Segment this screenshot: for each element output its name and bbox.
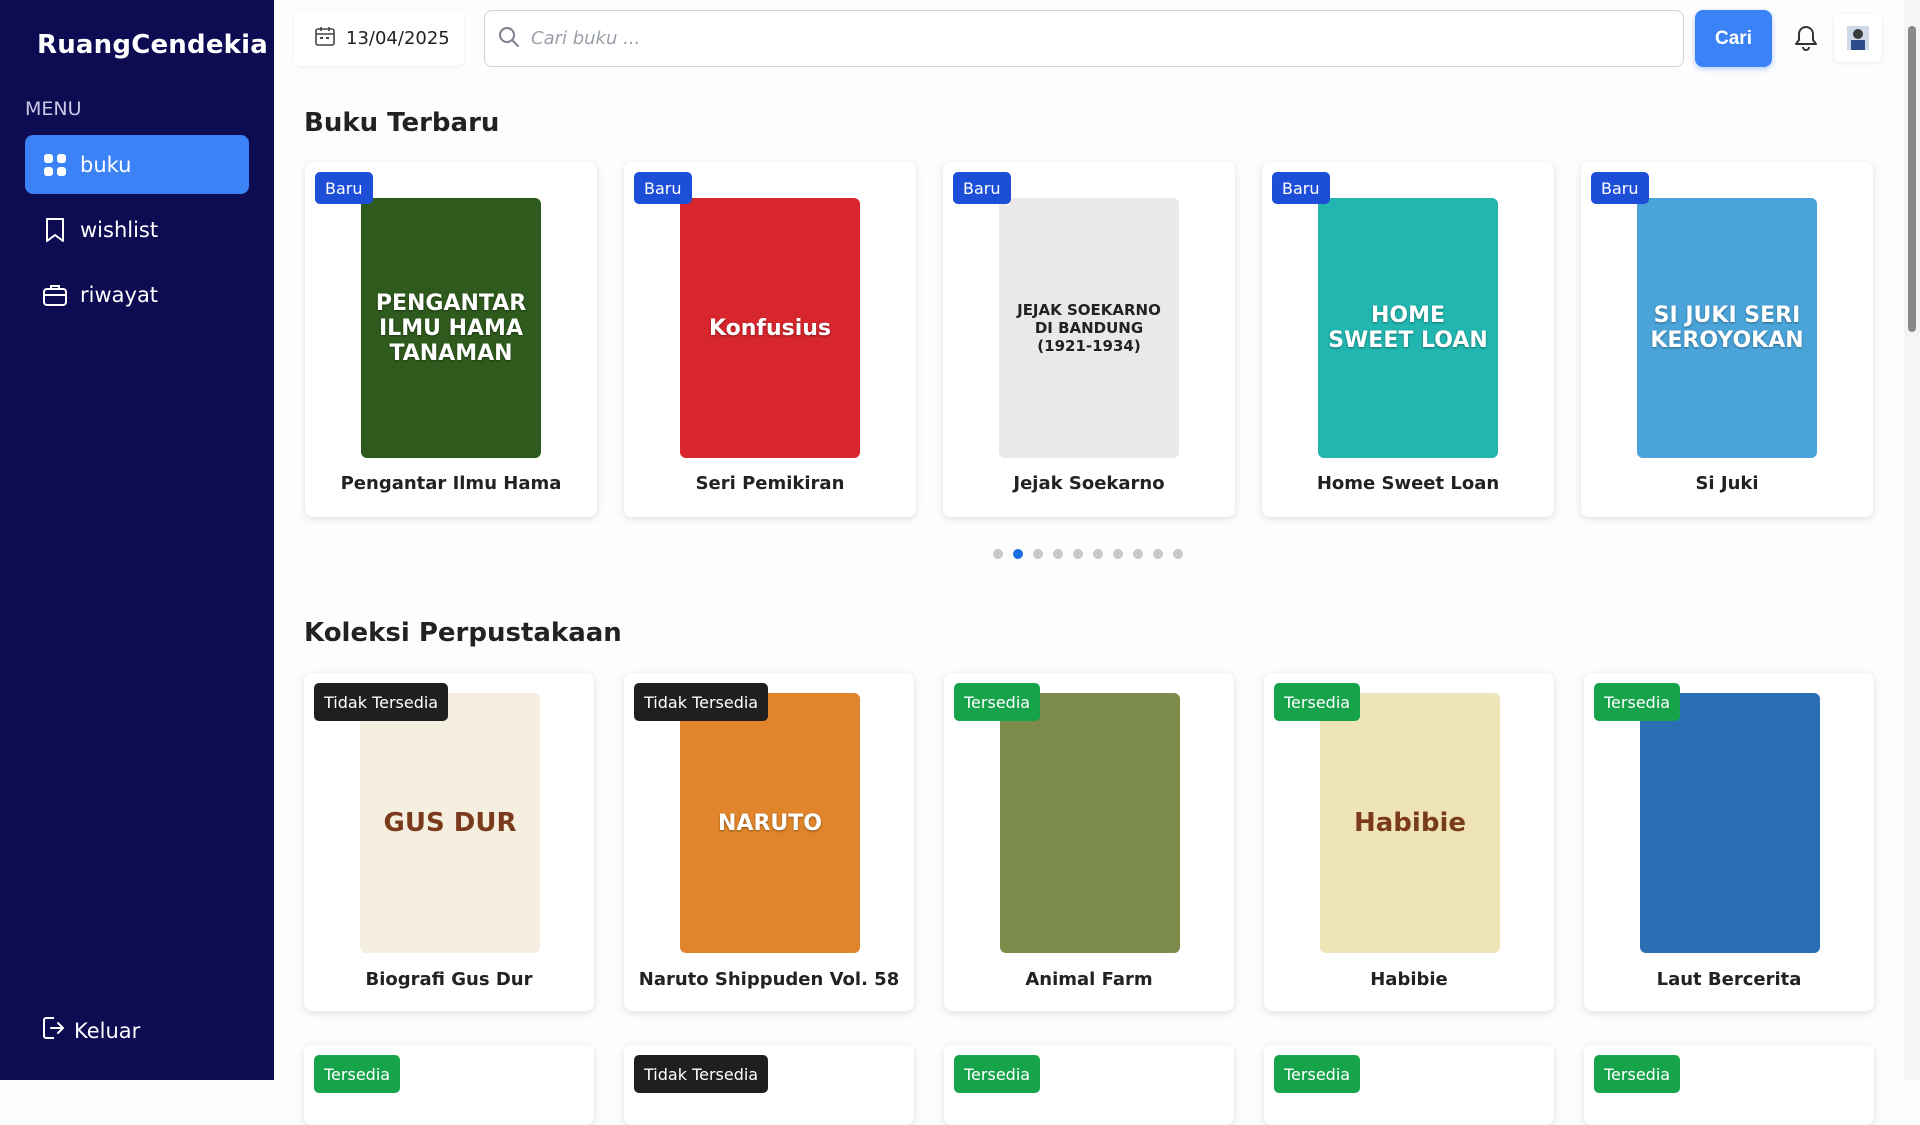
collection-card[interactable]: Tersedia xyxy=(944,1045,1234,1125)
book-cover[interactable]: Konfusius xyxy=(680,198,860,458)
book-title[interactable]: Home Sweet Loan xyxy=(1262,473,1554,494)
carousel-dot[interactable] xyxy=(1173,549,1183,559)
carousel-dot[interactable] xyxy=(993,549,1003,559)
collection-card[interactable]: NARUTO Tidak Tersedia Naruto Shippuden Vol… xyxy=(624,673,914,1011)
available-badge: Tersedia xyxy=(1274,683,1361,721)
available-badge: Tersedia xyxy=(954,683,1041,721)
collection-card[interactable]: Tersedia Laut Bercerita xyxy=(1584,673,1874,1011)
bookmark-icon xyxy=(42,217,68,243)
carousel-dot[interactable] xyxy=(1133,549,1143,559)
book-cover[interactable]: JEJAK SOEKARNO DI BANDUNG (1921-1934) xyxy=(999,198,1179,458)
topbar: 13/04/2025 Cari xyxy=(274,0,1894,76)
book-title[interactable]: Naruto Shippuden Vol. 58 xyxy=(624,969,914,990)
search-input[interactable] xyxy=(531,28,1631,49)
book-cover[interactable]: GUS DUR xyxy=(360,693,540,953)
available-badge: Tersedia xyxy=(954,1055,1041,1093)
new-badge: Baru xyxy=(1272,172,1330,204)
carousel-dot[interactable] xyxy=(1093,549,1103,559)
book-title[interactable]: Animal Farm xyxy=(944,969,1234,990)
scrollbar[interactable] xyxy=(1904,0,1920,1080)
carousel-dot[interactable] xyxy=(1053,549,1063,559)
carousel-dot[interactable] xyxy=(1013,549,1023,559)
book-title[interactable]: Jejak Soekarno xyxy=(943,473,1235,494)
book-cover[interactable]: Habibie xyxy=(1320,693,1500,953)
book-card[interactable]: PENGANTAR ILMU HAMA TANAMAN Baru Pengantar… xyxy=(305,162,597,517)
collection-card[interactable]: Tersedia xyxy=(1584,1045,1874,1125)
sidebar-item-riwayat[interactable]: riwayat xyxy=(25,265,249,324)
sidebar-item-buku[interactable]: buku xyxy=(25,135,249,194)
cover-text: SI JUKI SERI KEROYOKAN xyxy=(1650,303,1804,353)
book-title[interactable]: Biografi Gus Dur xyxy=(304,969,594,990)
book-title[interactable]: Pengantar Ilmu Hama xyxy=(305,473,597,494)
unavailable-badge: Tidak Tersedia xyxy=(634,1055,769,1093)
book-card[interactable]: JEJAK SOEKARNO DI BANDUNG (1921-1934) Bar… xyxy=(943,162,1235,517)
date-display[interactable]: 13/04/2025 xyxy=(294,10,464,66)
collection-card[interactable]: Tidak Tersedia xyxy=(624,1045,914,1125)
calendar-icon xyxy=(314,25,336,52)
unavailable-badge: Tidak Tersedia xyxy=(634,683,769,721)
search-icon xyxy=(497,25,521,53)
logout-button[interactable]: Keluar xyxy=(42,1016,140,1045)
scrollbar-thumb[interactable] xyxy=(1908,26,1916,332)
cover-text: Konfusius xyxy=(708,315,832,341)
book-cover[interactable] xyxy=(1640,693,1820,953)
cover-text: JEJAK SOEKARNO DI BANDUNG (1921-1934) xyxy=(1017,301,1161,355)
sidebar-item-label: wishlist xyxy=(80,217,159,242)
briefcase-icon xyxy=(42,282,68,308)
date-text: 13/04/2025 xyxy=(346,27,450,49)
logout-label: Keluar xyxy=(74,1018,141,1043)
carousel-dot[interactable] xyxy=(1073,549,1083,559)
bell-icon[interactable] xyxy=(1793,24,1819,56)
collection-card[interactable]: GUS DUR Tidak Tersedia Biografi Gus Dur xyxy=(304,673,594,1011)
book-card[interactable]: Konfusius Baru Seri Pemikiran xyxy=(624,162,916,517)
cover-text: Habibie xyxy=(1354,808,1466,838)
available-badge: Tersedia xyxy=(1594,683,1681,721)
carousel-dot[interactable] xyxy=(1153,549,1163,559)
available-badge: Tersedia xyxy=(314,1055,401,1093)
sidebar-item-wishlist[interactable]: wishlist xyxy=(25,200,249,259)
cover-text: HOME SWEET LOAN xyxy=(1328,303,1488,353)
book-title[interactable]: Laut Bercerita xyxy=(1584,969,1874,990)
avatar[interactable] xyxy=(1834,14,1882,62)
book-title[interactable]: Habibie xyxy=(1264,969,1554,990)
cover-text: NARUTO xyxy=(718,810,822,836)
book-cover[interactable] xyxy=(1000,693,1180,953)
collection-card[interactable]: Tersedia Animal Farm xyxy=(944,673,1234,1011)
new-badge: Baru xyxy=(1591,172,1649,204)
book-cover[interactable]: PENGANTAR ILMU HAMA TANAMAN xyxy=(361,198,541,458)
search-button[interactable]: Cari xyxy=(1695,10,1772,67)
menu-label: MENU xyxy=(25,98,82,120)
book-title[interactable]: Si Juki xyxy=(1581,473,1873,494)
logout-icon xyxy=(42,1016,64,1045)
sidebar: RuangCendekia MENU buku wishlist riwayat… xyxy=(0,0,274,1080)
cover-text: PENGANTAR ILMU HAMA TANAMAN xyxy=(375,290,527,366)
book-card[interactable]: SI JUKI SERI KEROYOKAN Baru Si Juki xyxy=(1581,162,1873,517)
sidebar-item-label: buku xyxy=(80,152,132,177)
new-badge: Baru xyxy=(315,172,373,204)
sidebar-item-label: riwayat xyxy=(80,282,159,307)
book-cover[interactable]: SI JUKI SERI KEROYOKAN xyxy=(1637,198,1817,458)
book-card[interactable]: HOME SWEET LOAN Baru Home Sweet Loan xyxy=(1262,162,1554,517)
new-badge: Baru xyxy=(634,172,692,204)
carousel-dot[interactable] xyxy=(1033,549,1043,559)
carousel-dot[interactable] xyxy=(1113,549,1123,559)
available-badge: Tersedia xyxy=(1594,1055,1681,1093)
search-box[interactable] xyxy=(484,10,1684,67)
book-title[interactable]: Seri Pemikiran xyxy=(624,473,916,494)
unavailable-badge: Tidak Tersedia xyxy=(314,683,449,721)
section-title-new-books: Buku Terbaru xyxy=(304,108,500,138)
book-cover[interactable]: HOME SWEET LOAN xyxy=(1318,198,1498,458)
new-badge: Baru xyxy=(953,172,1011,204)
collection-card[interactable]: Tersedia xyxy=(1264,1045,1554,1125)
brand-logo[interactable]: RuangCendekia xyxy=(37,30,268,60)
collection-card[interactable]: Habibie Tersedia Habibie xyxy=(1264,673,1554,1011)
collection-card[interactable]: Tersedia xyxy=(304,1045,594,1125)
section-title-collection: Koleksi Perpustakaan xyxy=(304,618,622,648)
carousel-dots xyxy=(993,549,1193,559)
grid-icon xyxy=(42,152,68,178)
book-cover[interactable]: NARUTO xyxy=(680,693,860,953)
available-badge: Tersedia xyxy=(1274,1055,1361,1093)
cover-text: GUS DUR xyxy=(383,808,517,838)
